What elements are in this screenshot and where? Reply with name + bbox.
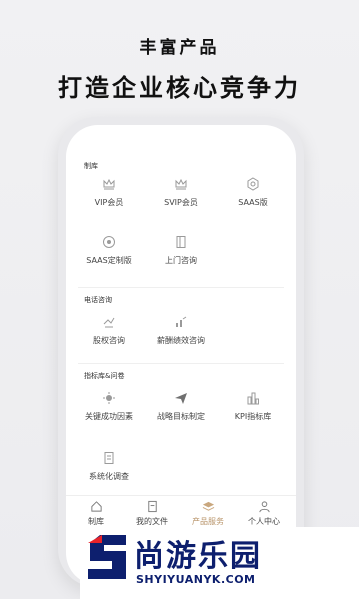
crown-icon [103, 178, 115, 190]
equity-icon [103, 317, 115, 328]
product-label: 战略目标制定 [157, 412, 205, 421]
watermark-url: SHYIYUANYK.COM [136, 573, 256, 586]
product-label: 关键成功因素 [85, 412, 133, 421]
product-saas-custom[interactable]: SAAS定制版 [78, 235, 140, 266]
watermark-name: 尚游乐园 [134, 539, 262, 574]
tab-my-files[interactable]: 我的文件 [124, 500, 180, 527]
product-vip[interactable]: VIP会员 [78, 177, 140, 208]
product-label: 股权咨询 [93, 336, 125, 345]
document-icon [104, 452, 114, 464]
tab-products[interactable]: 产品服务 [180, 500, 236, 527]
section-title-indicators: 指标库&问卷 [84, 372, 125, 380]
product-equity[interactable]: 股权咨询 [78, 315, 140, 346]
page-title: 打造企业核心竞争力 [58, 74, 301, 102]
product-label: KPI指标库 [234, 412, 272, 421]
product-label: 上门咨询 [165, 256, 197, 265]
product-salary[interactable]: 薪酬绩效咨询 [150, 315, 212, 346]
divider [78, 363, 284, 364]
tab-label: 产品服务 [192, 517, 224, 526]
home-icon [90, 501, 102, 512]
product-svip[interactable]: SVIP会员 [150, 177, 212, 208]
tab-label: 我的文件 [136, 517, 168, 526]
file-icon [147, 500, 157, 513]
product-survey[interactable]: 系统化调查 [78, 451, 140, 482]
phone-mockup: 制库 VIP会员 SVIP会员 SAAS版 SAAS定制版 上门咨询 电话咨询 … [58, 117, 304, 587]
divider [78, 287, 284, 288]
layers-icon [202, 501, 214, 511]
key-factor-icon [103, 392, 115, 404]
subtitle: 丰富产品 [139, 38, 220, 58]
product-label: 系统化调查 [89, 472, 129, 481]
watermark: 尚游乐园 SHYIYUANYK.COM [80, 527, 359, 599]
product-onsite[interactable]: 上门咨询 [150, 235, 212, 266]
product-label: 薪酬绩效咨询 [157, 336, 205, 345]
door-icon [176, 236, 186, 248]
section-title-library: 制库 [84, 162, 98, 170]
product-key-factors[interactable]: 关键成功因素 [78, 391, 140, 422]
product-label: VIP会员 [94, 198, 124, 207]
product-label: SVIP会员 [164, 198, 198, 207]
user-icon [258, 501, 270, 513]
product-saas[interactable]: SAAS版 [222, 177, 284, 208]
tab-label: 制库 [88, 517, 104, 526]
tab-label: 个人中心 [248, 517, 280, 526]
product-kpi[interactable]: KPI指标库 [222, 391, 284, 422]
section-title-phone-consult: 电话咨询 [84, 296, 112, 304]
custom-gear-icon [103, 236, 115, 248]
salary-icon [176, 316, 187, 327]
tab-library[interactable]: 制库 [68, 500, 124, 527]
product-label: SAAS定制版 [86, 256, 132, 265]
hexagon-icon [247, 177, 259, 191]
paper-plane-icon [175, 393, 187, 404]
phone-screen: 制库 VIP会员 SVIP会员 SAAS版 SAAS定制版 上门咨询 电话咨询 … [66, 125, 296, 585]
crown-icon [175, 178, 187, 190]
product-strategy[interactable]: 战略目标制定 [150, 391, 212, 422]
watermark-logo-icon [88, 535, 126, 579]
tab-profile[interactable]: 个人中心 [236, 500, 292, 527]
kpi-icon [247, 392, 259, 405]
product-label: SAAS版 [238, 198, 268, 207]
